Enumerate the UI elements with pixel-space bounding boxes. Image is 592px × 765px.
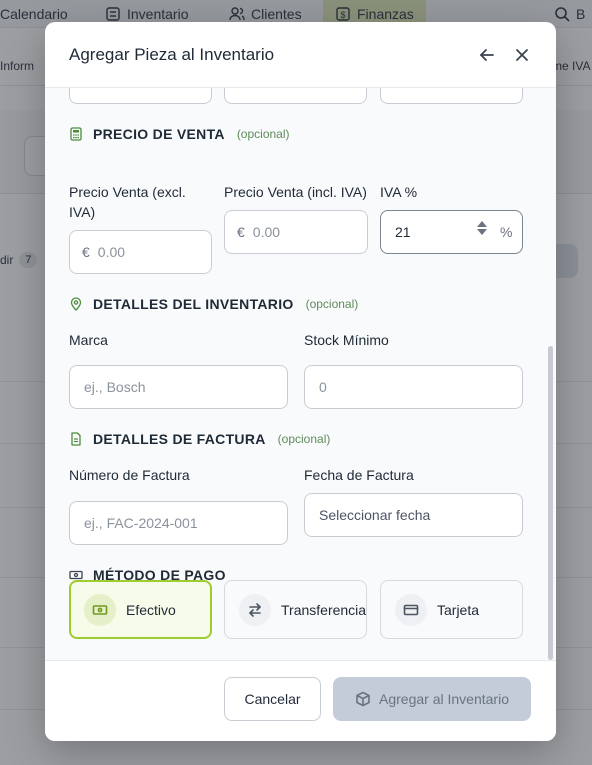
modal-title: Agregar Pieza al Inventario: [69, 45, 275, 64]
numero-factura-placeholder: ej., FAC-2024-001: [84, 515, 198, 531]
payment-option-tarjeta[interactable]: Tarjeta: [380, 580, 523, 639]
precio-venta-incl-placeholder: 0.00: [252, 224, 281, 240]
section-title-text: DETALLES DEL INVENTARIO: [93, 296, 294, 312]
label-stock-minimo: Stock Mínimo: [304, 332, 389, 348]
add-button-label: Agregar al Inventario: [379, 691, 509, 707]
fecha-factura-placeholder: Seleccionar fecha: [319, 507, 431, 523]
currency-symbol: €: [237, 224, 245, 240]
modal-scroll-body[interactable]: PRECIO DE VENTA (opcional) Precio Venta …: [45, 88, 556, 660]
section-title-text: PRECIO DE VENTA: [93, 126, 225, 142]
calculator-icon: [70, 127, 82, 141]
optional-tag: (opcional): [277, 432, 331, 446]
stepper-down-icon[interactable]: [477, 229, 487, 235]
stock-minimo-placeholder: 0: [319, 379, 327, 395]
cost-incl-field[interactable]: [224, 88, 367, 104]
stepper-up-icon[interactable]: [477, 221, 487, 227]
close-icon: [516, 49, 528, 61]
add-part-modal: Agregar Pieza al Inventario PRECIO DE VE…: [45, 22, 556, 741]
label-marca: Marca: [69, 332, 108, 348]
close-button[interactable]: [511, 44, 533, 66]
back-button[interactable]: [476, 44, 498, 66]
pay-icon-wrapper: [239, 593, 271, 626]
label-precio-venta-incl: Precio Venta (incl. IVA): [224, 184, 367, 200]
marca-placeholder: ej., Bosch: [84, 379, 146, 395]
label-fecha-factura: Fecha de Factura: [304, 467, 414, 483]
modal-header: Agregar Pieza al Inventario: [45, 22, 556, 88]
arrow-left-icon: [480, 49, 494, 61]
precio-venta-excl-placeholder: 0.00: [97, 244, 126, 260]
precio-venta-excl-input[interactable]: € 0.00: [69, 230, 212, 274]
currency-symbol: €: [82, 244, 90, 260]
transfer-icon: [249, 602, 261, 617]
cash-icon: [92, 604, 108, 615]
fecha-factura-picker[interactable]: Seleccionar fecha: [304, 493, 523, 537]
section-title-precio-venta: PRECIO DE VENTA (opcional): [69, 126, 290, 142]
payment-option-label: Efectivo: [126, 601, 176, 618]
package-icon: [356, 691, 370, 707]
iva-percent-input[interactable]: 21 %: [380, 210, 523, 254]
label-numero-factura: Número de Factura: [69, 467, 190, 483]
optional-tag: (opcional): [305, 297, 359, 311]
card-icon: [403, 604, 419, 615]
pay-icon-wrapper: [84, 593, 116, 626]
percent-suffix: %: [500, 224, 513, 240]
precio-venta-incl-input[interactable]: € 0.00: [224, 210, 368, 254]
cancel-button-label: Cancelar: [244, 691, 301, 707]
modal-footer: Cancelar Agregar al Inventario: [45, 660, 556, 741]
numero-factura-input[interactable]: ej., FAC-2024-001: [69, 501, 288, 545]
section-title-detalles-factura: DETALLES DE FACTURA (opcional): [69, 431, 330, 447]
cancel-button[interactable]: Cancelar: [224, 677, 321, 721]
iva-percent-value: 21: [395, 224, 411, 240]
label-precio-venta-excl: Precio Venta (excl. IVA): [69, 184, 186, 220]
iva-stepper[interactable]: [477, 221, 487, 235]
location-pin-icon: [70, 297, 82, 311]
label-iva-percent: IVA %: [380, 184, 418, 200]
add-to-inventory-button[interactable]: Agregar al Inventario: [333, 677, 531, 721]
payment-option-label: Tarjeta: [437, 601, 480, 618]
scrollbar-thumb[interactable]: [548, 346, 553, 660]
pay-icon-wrapper: [395, 593, 427, 626]
payment-option-label: Transferencia: [281, 601, 367, 618]
cost-excl-field[interactable]: [69, 88, 212, 104]
section-title-detalles-inventario: DETALLES DEL INVENTARIO (opcional): [69, 296, 358, 312]
cost-iva-field[interactable]: [380, 88, 523, 104]
marca-input[interactable]: ej., Bosch: [69, 365, 288, 409]
section-title-text: DETALLES DE FACTURA: [93, 431, 266, 447]
document-icon: [71, 432, 81, 446]
payment-option-efectivo[interactable]: Efectivo: [69, 580, 212, 639]
stock-minimo-input[interactable]: 0: [304, 365, 523, 409]
optional-tag: (opcional): [236, 127, 290, 141]
payment-option-transferencia[interactable]: Transferencia: [224, 580, 367, 639]
